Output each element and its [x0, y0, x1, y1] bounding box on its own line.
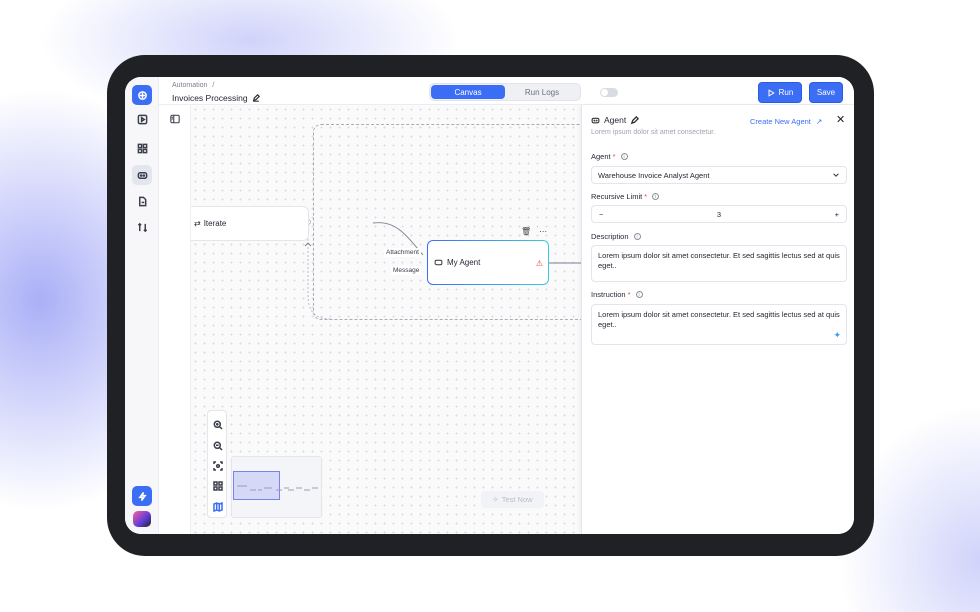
- secondary-sidebar: [159, 105, 191, 534]
- agent-panel-icon: [591, 117, 600, 123]
- delete-icon[interactable]: 🗑: [521, 227, 531, 236]
- description-textarea[interactable]: Lorem ipsum dolor sit amet consectetur. …: [591, 245, 847, 282]
- zoom-in-icon[interactable]: [213, 417, 223, 430]
- breadcrumb-separator: /: [212, 82, 215, 89]
- layout-grid-icon[interactable]: [213, 478, 223, 491]
- panel-title: Agent: [604, 115, 627, 125]
- required-marker: *: [612, 152, 616, 161]
- agent-label-text: Agent: [591, 152, 611, 161]
- grid-icon[interactable]: [132, 138, 152, 158]
- app-logo-icon[interactable]: [132, 85, 152, 105]
- avatar[interactable]: [133, 511, 151, 527]
- panel-subtitle: Lorem ipsum dolor sit amet consectetur.: [591, 129, 716, 136]
- left-rail: [125, 77, 159, 534]
- sidebar-toggle-icon[interactable]: [170, 114, 180, 124]
- panel-header: Agent: [591, 115, 640, 125]
- increment-button[interactable]: +: [835, 210, 839, 219]
- play-panel-icon[interactable]: [132, 109, 152, 129]
- description-value: Lorem ipsum dolor sit amet consectetur. …: [598, 251, 840, 270]
- create-new-agent-label: Create New Agent: [750, 117, 811, 126]
- minimap-nodes: [237, 485, 318, 491]
- decrement-button[interactable]: −: [599, 210, 603, 219]
- save-button[interactable]: Save: [809, 82, 843, 103]
- create-new-agent-link[interactable]: Create New Agent ↗: [750, 117, 822, 126]
- test-now-button[interactable]: ✧ Test Now: [481, 491, 544, 508]
- iterate-node-label: Iterate: [203, 219, 227, 228]
- recursive-limit-label: Recursive Limit * i: [591, 192, 660, 201]
- recursive-limit-value[interactable]: 3: [717, 210, 721, 219]
- zoom-out-icon[interactable]: [213, 438, 223, 451]
- edit-title-icon[interactable]: [252, 94, 260, 102]
- sparkle-icon: ✧: [492, 495, 499, 504]
- agent-field-label: Agent * i: [591, 152, 628, 161]
- chevron-down-icon: [833, 173, 839, 177]
- agent-select[interactable]: Warehouse Invoice Analyst Agent: [591, 166, 847, 184]
- breadcrumb[interactable]: Automation /: [172, 82, 214, 89]
- info-icon[interactable]: i: [633, 233, 641, 240]
- description-label-text: Description: [591, 232, 629, 241]
- breadcrumb-parent[interactable]: Automation: [172, 82, 207, 89]
- iterate-node[interactable]: ⇄ Iterate: [191, 206, 309, 241]
- instruction-label: Instruction * i: [591, 290, 643, 299]
- run-button-label: Run: [778, 88, 794, 97]
- more-icon[interactable]: ⋯: [539, 227, 547, 236]
- external-link-icon: ↗: [815, 117, 823, 126]
- top-bar: Automation / Invoices Processing Canvas …: [159, 77, 854, 105]
- run-button[interactable]: Run: [758, 82, 802, 103]
- edit-agent-icon[interactable]: [630, 115, 640, 125]
- workflow-canvas[interactable]: ⇄ Iterate Attachment Message 🗑 ⋯ My Agen…: [191, 105, 581, 534]
- app-screen: Automation / Invoices Processing Canvas …: [125, 77, 854, 534]
- agent-icon[interactable]: [132, 165, 152, 185]
- info-icon[interactable]: i: [635, 291, 643, 298]
- bolt-icon[interactable]: [132, 486, 152, 506]
- required-marker: *: [627, 290, 631, 299]
- instruction-value: Lorem ipsum dolor sit amet consectetur. …: [598, 310, 840, 329]
- play-icon: [768, 88, 775, 97]
- agent-config-panel: Agent Lorem ipsum dolor sit amet consect…: [581, 105, 854, 534]
- info-icon[interactable]: i: [620, 153, 628, 160]
- instruction-label-text: Instruction: [591, 290, 626, 299]
- instruction-textarea[interactable]: Lorem ipsum dolor sit amet consectetur. …: [591, 304, 847, 345]
- document-icon[interactable]: [132, 191, 152, 211]
- loop-icon: ⇄: [194, 219, 201, 228]
- recursive-limit-stepper: − 3 +: [591, 205, 847, 223]
- page-title-wrap: Invoices Processing: [172, 93, 260, 103]
- minimap[interactable]: [231, 456, 322, 518]
- fit-view-icon[interactable]: [213, 458, 223, 471]
- recursive-limit-label-text: Recursive Limit: [591, 192, 643, 201]
- required-marker: *: [644, 192, 648, 201]
- test-now-label: Test Now: [501, 495, 533, 504]
- minimap-icon[interactable]: [213, 499, 223, 513]
- tab-run-logs[interactable]: Run Logs: [505, 85, 579, 99]
- input-label-attachment: Attachment: [384, 248, 421, 257]
- warning-icon: ⚠: [535, 259, 543, 268]
- view-tabs: Canvas Run Logs: [429, 83, 581, 101]
- agent-node-label: My Agent: [447, 258, 481, 267]
- node-actions: 🗑 ⋯: [521, 227, 547, 236]
- swap-icon[interactable]: [132, 217, 152, 237]
- description-label: Description i: [591, 232, 641, 241]
- zoom-controls: [207, 410, 227, 518]
- close-icon[interactable]: ✕: [836, 113, 845, 126]
- mode-toggle[interactable]: [600, 88, 618, 97]
- info-icon[interactable]: i: [652, 193, 660, 200]
- tab-canvas[interactable]: Canvas: [431, 85, 505, 99]
- agent-node-icon: [434, 259, 443, 266]
- input-label-message: Message: [391, 266, 422, 275]
- loop-return-edge: [307, 235, 332, 320]
- ai-sparkle-icon[interactable]: ✦: [833, 330, 841, 340]
- page-title: Invoices Processing: [172, 93, 248, 103]
- agent-node[interactable]: My Agent ⚠: [427, 240, 549, 285]
- agent-select-value: Warehouse Invoice Analyst Agent: [598, 170, 710, 180]
